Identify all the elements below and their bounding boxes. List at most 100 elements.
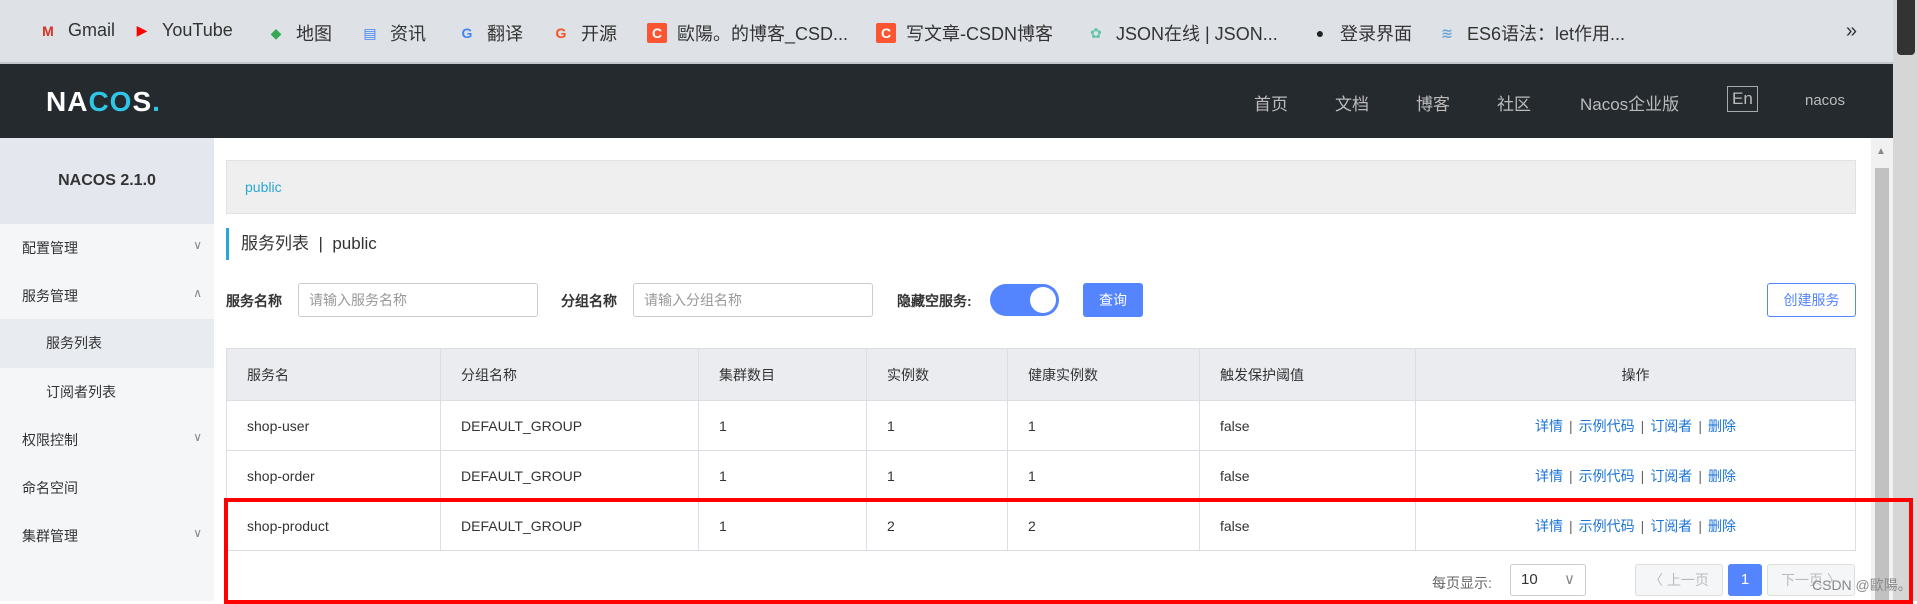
bookmark-item[interactable]: ● 登录界面 — [1310, 20, 1412, 46]
sidebar-item-label: 服务管理 — [22, 288, 78, 304]
delete-link[interactable]: 删除 — [1708, 468, 1736, 484]
nav-docs[interactable]: 文档 — [1335, 90, 1369, 115]
bookmark-item[interactable]: G 开源 — [551, 20, 617, 46]
bookmark-item[interactable]: M Gmail — [38, 20, 115, 41]
gmail-icon: M — [42, 22, 54, 39]
g-icon: G — [555, 25, 567, 41]
hide-empty-toggle[interactable] — [990, 284, 1059, 316]
group-name-input[interactable]: 请输入分组名称 — [633, 283, 873, 317]
sidebar-item[interactable]: 配置管理 ∨ — [22, 238, 202, 258]
bookmark-item[interactable]: ≋ ES6语法：let作用... — [1437, 20, 1625, 46]
table-cell: false — [1199, 500, 1416, 551]
csdn-icon: C — [647, 23, 667, 43]
nacos-logo[interactable]: NACOS. — [46, 86, 161, 118]
column-header: 服务名 — [226, 348, 441, 401]
table-row: shop-order DEFAULT_GROUP 1 1 1 false 详情 | 示例代码 | 订… — [226, 450, 1856, 501]
actions-cell: 详情 | 示例代码 | 订阅者 | 删除 — [1415, 400, 1856, 451]
csdn-icon: C — [876, 23, 896, 43]
chevron-up-icon: ∧ — [193, 286, 202, 300]
bookmark-item[interactable]: ◆ 地图 — [266, 20, 332, 46]
sidebar-item[interactable]: 服务列表 — [0, 319, 214, 368]
sidebar-item-label: 权限控制 — [22, 432, 78, 448]
bookmark-label: 资讯 — [390, 24, 426, 44]
table-cell: 2 — [1007, 500, 1200, 551]
service-name-input[interactable]: 请输入服务名称 — [298, 283, 538, 317]
sample-code-link[interactable]: 示例代码 — [1579, 468, 1635, 484]
table-cell: 1 — [866, 400, 1008, 451]
bookmark-item[interactable]: ▤ 资讯 — [360, 20, 426, 46]
namespace-breadcrumb[interactable]: public — [226, 160, 1856, 214]
detail-link[interactable]: 详情 — [1535, 468, 1563, 484]
page-1-button[interactable]: 1 — [1728, 564, 1762, 596]
scroll-icon: ≋ — [1441, 24, 1453, 41]
bookmark-label: 登录界面 — [1340, 24, 1412, 44]
bookmark-item[interactable]: ✿ JSON在线 | JSON... — [1086, 20, 1278, 46]
table-cell: 1 — [698, 450, 867, 501]
scroll-up-icon[interactable]: ▲ — [1876, 146, 1886, 157]
per-page-label: 每页显示: — [1432, 575, 1492, 591]
browser-scrollbar[interactable] — [1893, 0, 1917, 601]
detail-link[interactable]: 详情 — [1535, 418, 1563, 434]
table-cell: false — [1199, 450, 1416, 501]
user-menu[interactable]: nacos — [1805, 92, 1845, 109]
column-header: 实例数 — [866, 348, 1008, 401]
page-title-text: 服务列表 — [241, 234, 309, 253]
sidebar-item[interactable]: 订阅者列表 — [0, 382, 214, 402]
nav-enterprise[interactable]: Nacos企业版 — [1580, 90, 1679, 115]
separator: | — [1698, 417, 1702, 434]
bookmark-label: 开源 — [581, 24, 617, 44]
sample-code-link[interactable]: 示例代码 — [1579, 518, 1635, 534]
nav-home[interactable]: 首页 — [1254, 90, 1288, 115]
bookmark-label: 地图 — [296, 24, 332, 44]
bookmark-item[interactable]: C 写文章-CSDN博客 — [876, 20, 1053, 46]
bookmarks-overflow-button[interactable]: » — [1846, 20, 1857, 43]
column-header: 触发保护阈值 — [1199, 348, 1416, 401]
subscribers-link[interactable]: 订阅者 — [1650, 518, 1692, 534]
bookmarks-bar: M Gmail ▶ YouTube ◆ 地图 ▤ 资讯 G 翻译 G 开源 C 歐陽。的博客_CSD...… — [0, 0, 1917, 64]
create-service-button[interactable]: 创建服务 — [1767, 283, 1856, 317]
column-header: 健康实例数 — [1007, 348, 1200, 401]
table-cell: 1 — [866, 450, 1008, 501]
detail-link[interactable]: 详情 — [1535, 518, 1563, 534]
sidebar-item[interactable]: 服务管理 ∧ — [22, 286, 202, 306]
hide-empty-label: 隐藏空服务: — [897, 293, 972, 309]
sidebar-item[interactable]: 集群管理 ∨ — [22, 526, 202, 546]
bookmark-item[interactable]: C 歐陽。的博客_CSD... — [647, 20, 848, 46]
chevron-down-icon: ∨ — [193, 526, 202, 540]
nav-blog[interactable]: 博客 — [1416, 90, 1450, 115]
prev-label: 上一页 — [1666, 572, 1709, 588]
table-cell: shop-order — [226, 450, 441, 501]
bookmark-item[interactable]: G 翻译 — [457, 20, 523, 46]
language-toggle[interactable]: En — [1727, 86, 1758, 112]
version-label: NACOS 2.1.0 — [0, 138, 214, 224]
query-button[interactable]: 查询 — [1083, 283, 1143, 317]
sidebar-item[interactable]: 命名空间 — [22, 478, 202, 498]
per-page-select[interactable]: 10 ∨ — [1510, 564, 1586, 596]
bookmark-label: JSON在线 | JSON... — [1116, 24, 1278, 44]
scrollbar-thumb[interactable] — [1875, 168, 1889, 601]
per-page-value: 10 — [1521, 571, 1538, 588]
table-cell: 1 — [698, 400, 867, 451]
translate-icon: G — [461, 25, 473, 41]
bookmark-item[interactable]: ▶ YouTube — [132, 20, 233, 41]
table-cell: false — [1199, 400, 1416, 451]
sidebar-item[interactable]: 权限控制 ∨ — [22, 430, 202, 450]
table-cell: DEFAULT_GROUP — [440, 400, 699, 451]
subscribers-link[interactable]: 订阅者 — [1650, 418, 1692, 434]
delete-link[interactable]: 删除 — [1708, 418, 1736, 434]
subscribers-link[interactable]: 订阅者 — [1650, 468, 1692, 484]
content-scrollbar[interactable]: ▲ — [1871, 138, 1893, 601]
table-cell: DEFAULT_GROUP — [440, 500, 699, 551]
news-icon: ▤ — [363, 24, 377, 41]
globe-icon: ● — [1315, 25, 1325, 41]
sample-code-link[interactable]: 示例代码 — [1579, 418, 1635, 434]
bookmark-label: 翻译 — [487, 24, 523, 44]
table-cell: shop-product — [226, 500, 441, 551]
bookmark-label: 写文章-CSDN博客 — [906, 24, 1053, 44]
table-cell: shop-user — [226, 400, 441, 451]
prev-page-button[interactable]: 〈 上一页 — [1635, 564, 1723, 596]
separator: | — [1640, 467, 1645, 484]
namespace-public[interactable]: public — [245, 179, 282, 195]
nav-community[interactable]: 社区 — [1497, 90, 1531, 115]
delete-link[interactable]: 删除 — [1708, 518, 1736, 534]
